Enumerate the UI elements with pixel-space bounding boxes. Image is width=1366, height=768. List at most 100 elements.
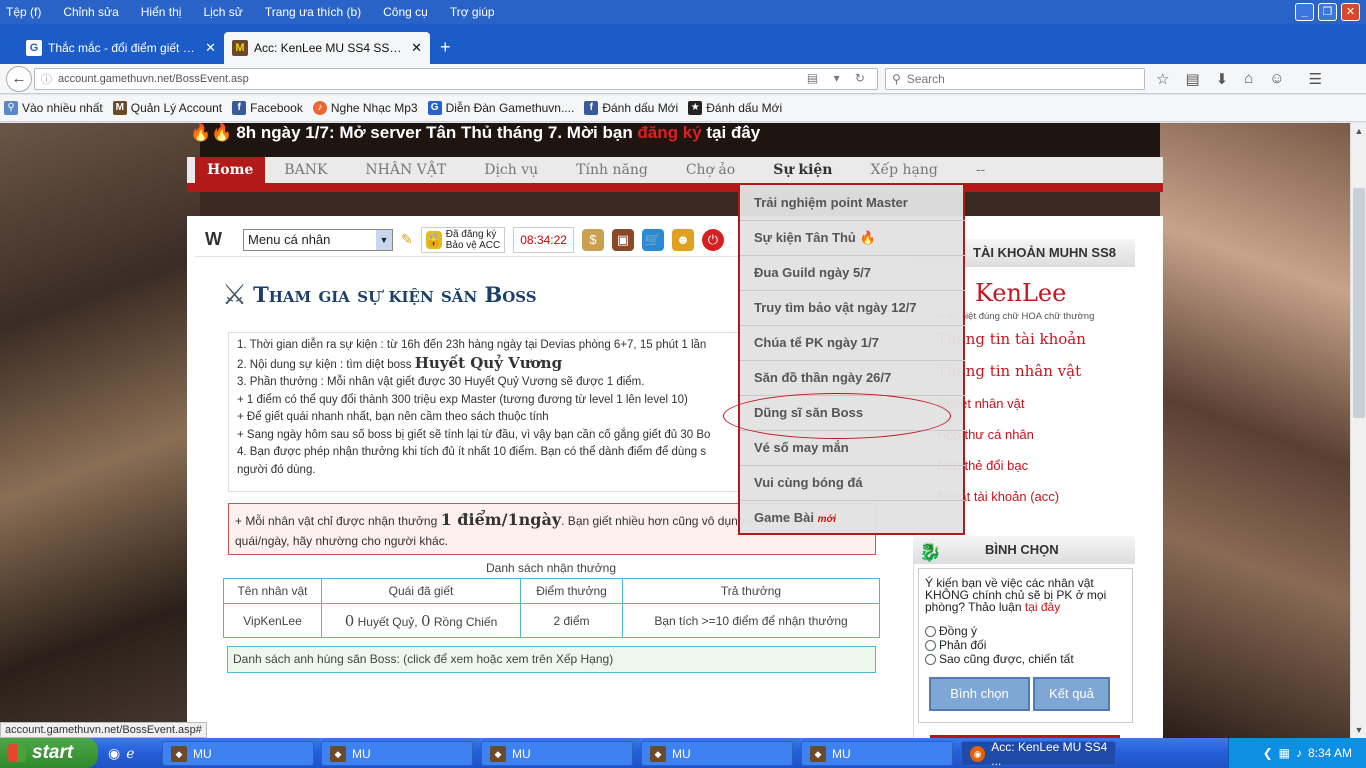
- menu-file[interactable]: Tệp (f): [6, 5, 41, 19]
- rule-line: + Để giết quái nhanh nhất, bạn nên cầm t…: [237, 411, 549, 423]
- dropdown-item-treasure[interactable]: Truy tìm bảo vật ngày 12/7: [754, 300, 917, 315]
- nav-bank[interactable]: BANK: [265, 157, 346, 183]
- dropdown-item-guild-race[interactable]: Đua Guild ngày 5/7: [754, 265, 871, 280]
- new-badge: mới: [817, 514, 836, 525]
- tab-acc-kenlee[interactable]: M Acc: KenLee MU SS4 SS6 SS8 ... ✕: [224, 32, 430, 64]
- taskbar-item-firefox[interactable]: ◉ Acc: KenLee MU SS4 ...: [961, 740, 1116, 768]
- results-button[interactable]: Kết quả: [1033, 677, 1110, 711]
- site-info-icon[interactable]: ⓘ: [41, 71, 52, 87]
- hero-list-link[interactable]: Danh sách anh hùng săn Boss: (click để x…: [227, 646, 876, 673]
- menu-help[interactable]: Trợ giúp: [450, 5, 495, 19]
- vote-button[interactable]: Bình chọn: [929, 677, 1030, 711]
- nav-home[interactable]: Home: [195, 157, 266, 183]
- close-window-button[interactable]: ✕: [1341, 3, 1360, 21]
- taskbar-item-mu[interactable]: ◆ MU: [321, 741, 473, 766]
- radio-button[interactable]: [925, 625, 936, 637]
- search-input[interactable]: ⚲ Search: [885, 68, 1145, 90]
- register-link[interactable]: đăng ký: [637, 123, 701, 142]
- taskbar-item-mu[interactable]: ◆ MU: [801, 741, 953, 766]
- scroll-thumb[interactable]: [1353, 188, 1365, 418]
- bookmark-new-1[interactable]: f Đánh dấu Mới: [584, 101, 678, 115]
- announcement: 🔥🔥 8h ngày 1/7: Mở server Tân Thủ tháng 7…: [190, 123, 761, 142]
- menu-tools[interactable]: Công cụ: [383, 5, 428, 19]
- money-bag-icon[interactable]: $: [581, 228, 604, 251]
- nav-services[interactable]: Dịch vụ: [465, 157, 557, 183]
- back-button[interactable]: ←: [6, 65, 32, 92]
- close-tab-icon[interactable]: ✕: [205, 40, 216, 56]
- mu-icon: ◆: [171, 745, 187, 762]
- chat-icon[interactable]: ☺: [1269, 70, 1284, 88]
- bookmark-most-visited[interactable]: ⚲ Vào nhiều nhất: [4, 101, 103, 115]
- menu-view[interactable]: Hiển thị: [141, 5, 182, 19]
- taskbar-item-mu[interactable]: ◆ MU: [481, 741, 633, 766]
- nav-divider: [187, 186, 1163, 192]
- network-icon[interactable]: ▦: [1279, 746, 1290, 760]
- poll-option-disagree[interactable]: Phản đối: [925, 639, 1126, 651]
- power-icon[interactable]: ⏻: [701, 228, 724, 251]
- dropdown-item-pk-lord[interactable]: Chúa tể PK ngày 1/7: [754, 335, 879, 350]
- pencil-icon[interactable]: ✎: [401, 231, 413, 248]
- discuss-link[interactable]: tại đây: [1025, 600, 1060, 614]
- bookmark-forum[interactable]: G Diễn Đàn Gamethuvn....: [427, 101, 574, 115]
- taskbar-item-mu[interactable]: ◆ MU: [162, 741, 314, 766]
- chest-icon[interactable]: ▣: [611, 228, 634, 251]
- sword-icon: ⚔: [222, 279, 248, 310]
- scroll-up-icon[interactable]: ▲: [1351, 123, 1366, 139]
- column-header: Điểm thưởng: [520, 578, 623, 604]
- url-bar[interactable]: ⓘ account.gamethuvn.net/BossEvent.asp ▤ …: [34, 68, 878, 90]
- home-icon[interactable]: ⌂: [1244, 70, 1253, 88]
- downloads-icon[interactable]: ⬇: [1216, 70, 1229, 88]
- nav-more[interactable]: --: [957, 157, 1004, 183]
- toolbar-icons: ☆ ▤ ⬇ ⌂ ☺ ☰: [1156, 70, 1322, 88]
- dropdown-item-football[interactable]: Vui cùng bóng đá: [754, 475, 863, 490]
- mascot-icon[interactable]: ☻: [671, 228, 694, 251]
- bookmark-account[interactable]: M Quản Lý Account: [112, 101, 222, 115]
- dropdown-item-master[interactable]: Trải nghiệm point Master: [754, 195, 908, 210]
- separator: [740, 220, 965, 221]
- personal-menu-select[interactable]: Menu cá nhân ▼: [243, 228, 393, 251]
- radio-button[interactable]: [925, 639, 936, 651]
- menu-history[interactable]: Lịch sử: [203, 5, 242, 19]
- menu-hamburger-icon[interactable]: ☰: [1309, 70, 1322, 88]
- reading-list-icon[interactable]: ▤: [1185, 70, 1199, 88]
- tray-expand-icon[interactable]: ❮: [1263, 746, 1273, 760]
- close-tab-icon[interactable]: ✕: [411, 40, 422, 56]
- cart-icon[interactable]: 🛒: [641, 228, 664, 251]
- maximize-button[interactable]: ❐: [1318, 3, 1337, 21]
- reload-icon[interactable]: ▤ ▾ ↻: [807, 71, 871, 85]
- volume-icon[interactable]: ♪: [1296, 746, 1302, 760]
- nav-characters[interactable]: NHÂN VẬT: [346, 157, 465, 183]
- highlight-circle: [723, 393, 951, 439]
- browser-window: Tệp (f) Chỉnh sửa Hiển thị Lịch sử Trang…: [0, 0, 1366, 768]
- dropdown-item-newbie[interactable]: Sự kiện Tân Thủ 🔥: [754, 230, 876, 246]
- taskbar-item-mu[interactable]: ◆ MU: [641, 741, 793, 766]
- tab-thac-mac[interactable]: G Thắc mắc - đổi điểm giết huyề... ✕: [18, 32, 224, 64]
- start-button[interactable]: start: [0, 738, 98, 768]
- poll-option-agree[interactable]: Đồng ý: [925, 625, 1126, 637]
- window-controls: _ ❐ ✕: [1295, 3, 1360, 21]
- radio-button[interactable]: [925, 653, 936, 665]
- bookmark-star-icon[interactable]: ☆: [1156, 70, 1169, 88]
- firefox-icon[interactable]: ◉: [108, 745, 120, 762]
- nav-ranking[interactable]: Xếp hạng: [851, 157, 956, 183]
- dropdown-item-lottery[interactable]: Vé số may mắn: [754, 440, 849, 455]
- poll-option-whatever[interactable]: Sao cũng được, chiến tất: [925, 653, 1126, 665]
- menu-edit[interactable]: Chỉnh sửa: [63, 5, 118, 19]
- new-tab-icon[interactable]: +: [440, 37, 451, 58]
- windows-logo-icon: [8, 744, 26, 762]
- minimize-button[interactable]: _: [1295, 3, 1314, 21]
- scroll-down-icon[interactable]: ▼: [1351, 722, 1366, 738]
- ie-icon[interactable]: ℯ: [126, 745, 134, 762]
- vertical-scrollbar[interactable]: ▲ ▼: [1350, 123, 1366, 738]
- nav-events[interactable]: Sự kiện: [754, 157, 851, 183]
- account-protection-badge[interactable]: 🔒 Đã đăng ký Bảo vệ ACC: [420, 226, 506, 253]
- menu-bookmarks[interactable]: Trang ưa thích (b): [265, 5, 361, 19]
- bookmark-facebook[interactable]: f Facebook: [232, 101, 303, 115]
- bookmark-music[interactable]: ♪ Nghe Nhạc Mp3: [312, 101, 418, 115]
- nav-market[interactable]: Chợ ảo: [667, 157, 754, 183]
- dropdown-item-card-game[interactable]: Game Bài mới: [754, 510, 836, 525]
- poll-question: Ý kiến bạn về việc các nhân vật KHÔNG ch…: [925, 576, 1107, 614]
- bookmark-new-2[interactable]: ★ Đánh dấu Mới: [688, 101, 782, 115]
- nav-features[interactable]: Tính năng: [557, 157, 667, 183]
- dropdown-item-god-items[interactable]: Săn đồ thần ngày 26/7: [754, 370, 891, 385]
